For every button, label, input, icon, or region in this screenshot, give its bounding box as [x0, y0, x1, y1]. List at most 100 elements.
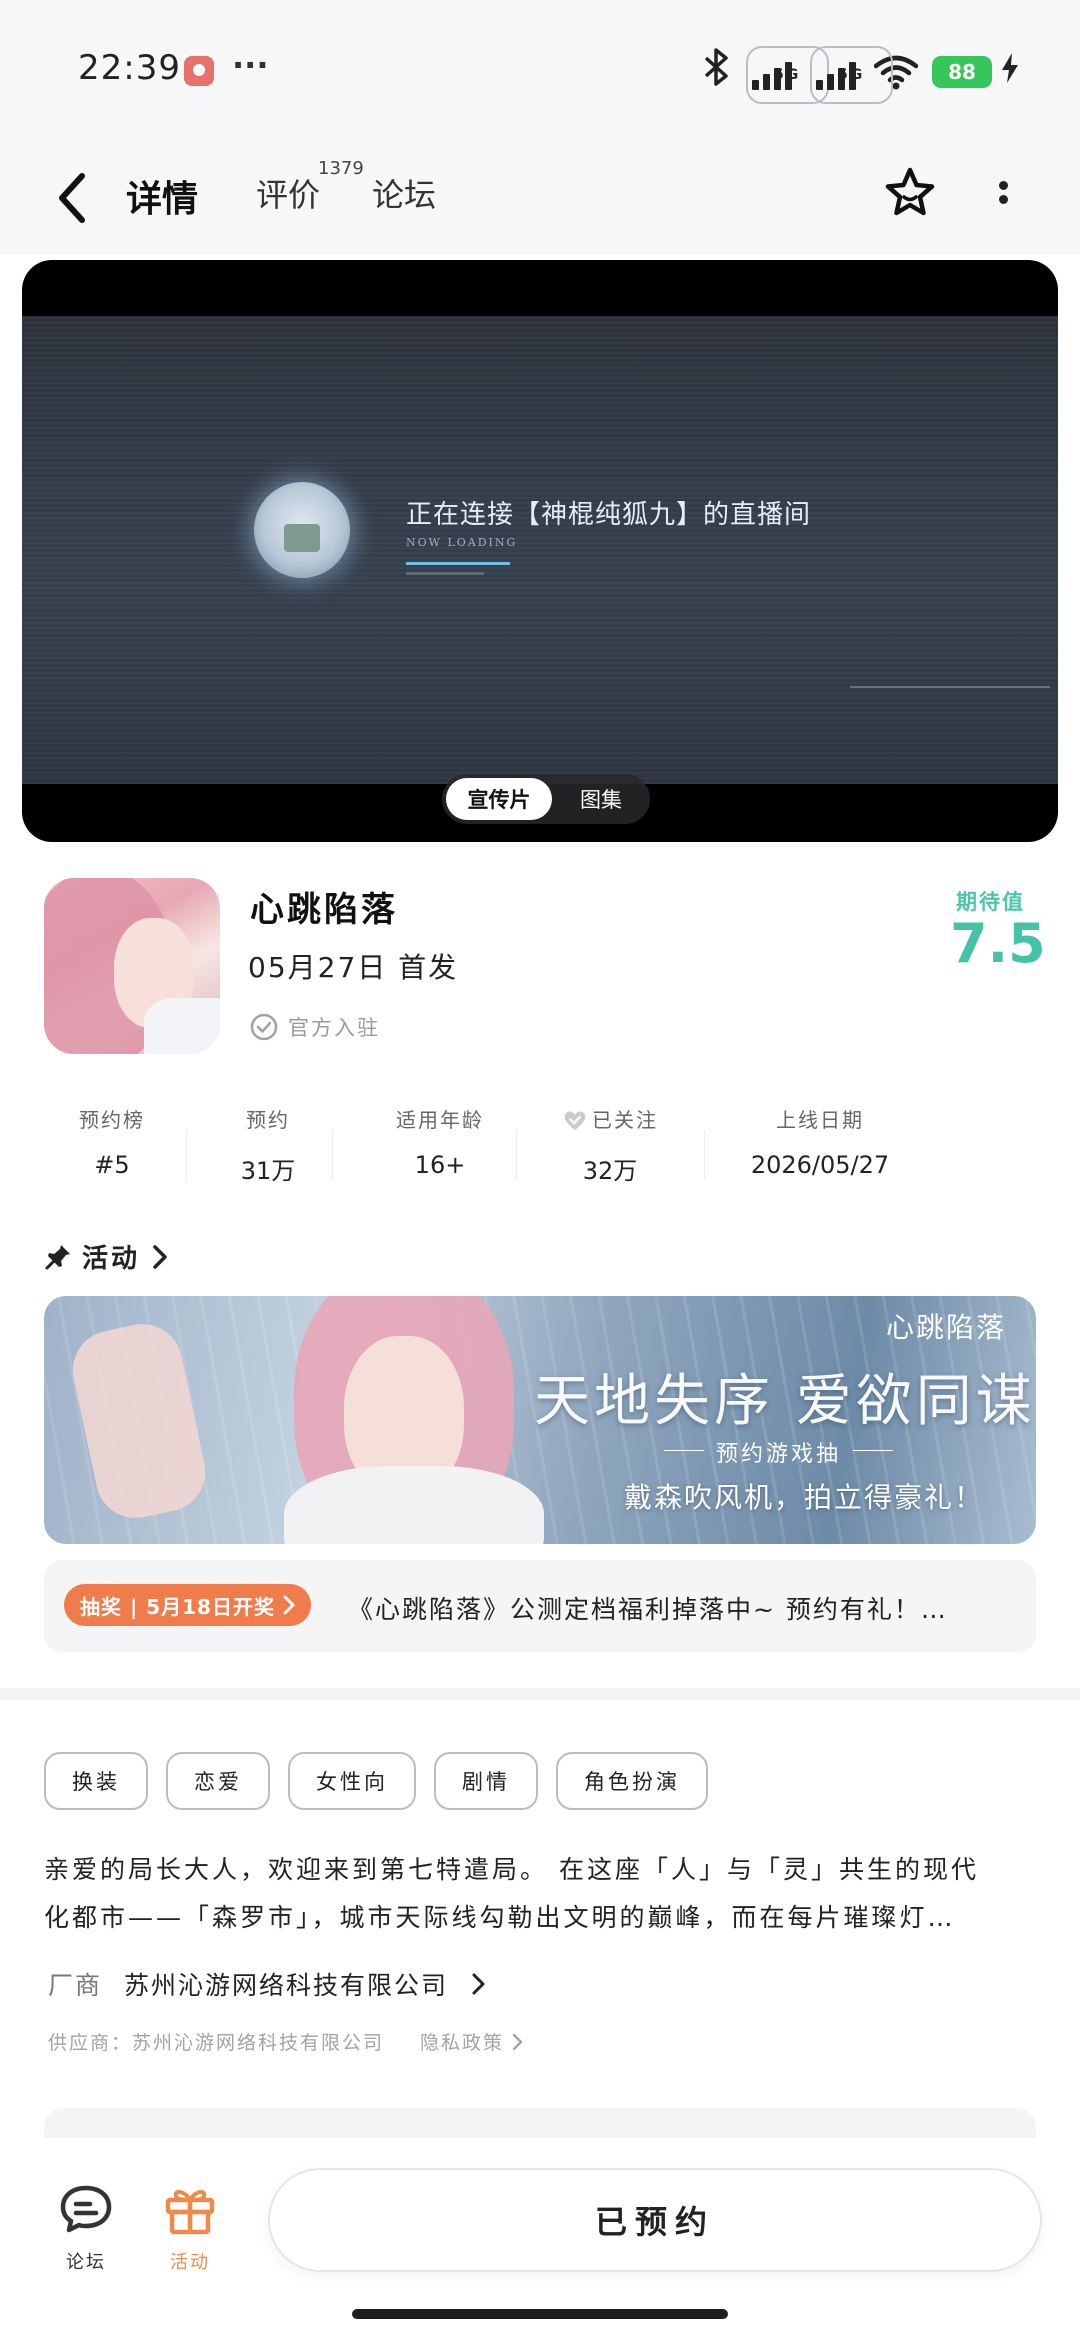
stat-rank-label: 预约榜 [79, 1108, 145, 1132]
bottom-forum-label: 论坛 [66, 2252, 106, 2273]
tab-detail-label: 详情 [126, 179, 199, 220]
status-time: 22:39 [78, 48, 181, 88]
stat-followers-value: 32万 [582, 1157, 638, 1185]
section-divider [0, 1688, 1080, 1700]
media-type-switch: 宣传片 图集 [442, 774, 650, 824]
tag-romance[interactable]: 恋爱 [166, 1752, 270, 1810]
lottery-badge-label: 抽奖 | 5月18日开奖 [80, 1594, 275, 1619]
game-app-icon [44, 878, 220, 1054]
chevron-right-icon [153, 1244, 167, 1269]
tag-otome[interactable]: 女性向 [288, 1752, 416, 1810]
stat-age-label: 适用年龄 [396, 1108, 484, 1132]
tab-review[interactable]: 评价 [256, 170, 320, 216]
top-nav: 详情 评价 1379 论坛 [0, 140, 1080, 255]
forum-chat-icon [60, 2185, 112, 2233]
favorite-star-icon[interactable] [880, 164, 940, 224]
stat-reservations-label: 预约 [246, 1108, 290, 1132]
loading-bar [406, 562, 510, 565]
scan-line [850, 686, 1050, 688]
stat-launch-value: 2026/05/27 [750, 1151, 890, 1179]
divider [186, 1130, 187, 1180]
switch-gallery[interactable]: 图集 [552, 784, 650, 814]
developer-row[interactable]: 厂商 苏州沁游网络科技有限公司 [48, 1966, 488, 2002]
divider [704, 1130, 705, 1180]
loading-bar-secondary [406, 572, 484, 575]
stat-launch-date: 上线日期 2026/05/27 [740, 1104, 900, 1179]
genre-tags: 换装 恋爱 女性向 剧情 角色扮演 [44, 1752, 708, 1810]
video-screen[interactable]: 正在连接【神棍纯狐九】的直播间 NOW LOADING [22, 316, 1058, 784]
tag-story[interactable]: 剧情 [434, 1752, 538, 1810]
bottom-activity-button[interactable]: 活动 [150, 2180, 230, 2274]
verified-label: 官方入驻 [288, 1016, 380, 1040]
developer-key: 厂商 [48, 1971, 103, 2000]
supplier-text: 供应商：苏州沁游网络科技有限公司 [48, 2032, 385, 2054]
gift-icon [165, 2189, 215, 2235]
chevron-right-icon [472, 1973, 485, 1995]
privacy-policy-link[interactable]: 隐私政策 [420, 2028, 524, 2055]
stat-followers[interactable]: 已关注 32万 [550, 1104, 670, 1186]
activity-header[interactable]: 活动 [44, 1238, 170, 1275]
streamer-avatar [254, 482, 350, 578]
signal-icon-2: 5G [810, 45, 894, 104]
expectation-score: 7.5 [950, 912, 1046, 975]
tab-detail[interactable]: 详情 [122, 170, 205, 222]
description-line-2: 化都市——「森罗市」，城市天际线勾勒出文明的巅峰，而在每片璀璨灯… [44, 1903, 956, 1932]
stat-age-rating: 适用年龄 16+ [370, 1104, 510, 1179]
heart-check-icon [564, 1111, 586, 1130]
review-count-badge: 1379 [318, 158, 364, 179]
game-description[interactable]: 亲爱的局长大人，欢迎来到第七特遣局。 在这座「人」与「灵」共生的现代 化都市——… [44, 1846, 1040, 1942]
signal-icon: 5G [746, 45, 830, 104]
official-verified: 官方入驻 [250, 1012, 380, 1042]
divider [332, 1130, 333, 1180]
home-indicator[interactable] [352, 2309, 728, 2319]
tag-dress-up[interactable]: 换装 [44, 1752, 148, 1810]
switch-promo-video[interactable]: 宣传片 [446, 778, 552, 820]
status-bar: 22:39 ··· 5G 5G 88 [0, 0, 1080, 140]
game-detail-page: 22:39 ··· 5G 5G 88 [0, 0, 1080, 2339]
more-menu-icon[interactable] [996, 176, 1010, 216]
developer-name: 苏州沁游网络科技有限公司 [124, 1971, 449, 2000]
supplier-row: 供应商：苏州沁游网络科技有限公司 隐私政策 [48, 2028, 524, 2055]
back-arrow-icon[interactable] [52, 168, 96, 228]
lottery-badge: 抽奖 | 5月18日开奖 [64, 1584, 311, 1626]
more-notifications-icon: ··· [232, 46, 269, 84]
stat-launch-label: 上线日期 [776, 1108, 864, 1132]
stat-reservations: 预约 31万 [218, 1104, 318, 1186]
media-player[interactable]: 正在连接【神棍纯狐九】的直播间 NOW LOADING 宣传片 图集 [22, 260, 1058, 842]
notification-app-icon [184, 56, 214, 86]
banner-game-logo: 心跳陷落 [885, 1311, 1006, 1344]
chevron-right-icon [283, 1595, 295, 1615]
stat-age-value: 16+ [414, 1151, 466, 1179]
tag-rpg[interactable]: 角色扮演 [556, 1752, 708, 1810]
divider [516, 1130, 517, 1180]
activity-heading: 活动 [82, 1244, 141, 1274]
stat-reservations-value: 31万 [240, 1157, 296, 1185]
tab-forum[interactable]: 论坛 [372, 170, 436, 216]
bluetooth-icon [702, 48, 732, 95]
live-connecting-text: 正在连接【神棍纯狐九】的直播间 [406, 500, 812, 530]
banner-subtitle: 预约游戏抽 [663, 1436, 894, 1468]
release-date: 05月27日 首发 [248, 951, 459, 984]
reserved-button[interactable]: 已预约 [268, 2168, 1042, 2272]
banner-prize-text: 戴森吹风机，拍立得豪礼！ [624, 1481, 985, 1514]
next-section-card [44, 2108, 1036, 2138]
lottery-card[interactable]: 抽奖 | 5月18日开奖 《心跳陷落》公测定档福利掉落中~ 预约有礼！… [44, 1560, 1036, 1652]
activity-banner[interactable]: 心跳陷落 天地失序 爱欲同谋 预约游戏抽 戴森吹风机，拍立得豪礼！ [44, 1296, 1036, 1544]
chevron-right-icon [512, 2033, 523, 2050]
stats-row: 预约榜 #5 预约 31万 适用年龄 16+ 已关注 32万 上线日期 2026… [40, 1104, 1040, 1186]
stat-rank-value: #5 [94, 1151, 130, 1179]
pin-icon [45, 1244, 70, 1269]
game-title: 心跳陷落 [250, 890, 398, 930]
bottom-forum-button[interactable]: 论坛 [46, 2180, 126, 2274]
check-circle-icon [250, 1013, 278, 1041]
now-loading-text: NOW LOADING [406, 536, 518, 549]
battery-indicator: 88 [932, 55, 992, 88]
banner-slogan: 天地失序 爱欲同谋 [534, 1369, 1036, 1434]
privacy-policy-label: 隐私政策 [420, 2032, 505, 2054]
charging-icon [1000, 52, 1020, 91]
stat-rank[interactable]: 预约榜 #5 [72, 1104, 152, 1179]
description-line-1: 亲爱的局长大人，欢迎来到第七特遣局。 在这座「人」与「灵」共生的现代 [44, 1855, 979, 1884]
stat-followers-label: 已关注 [592, 1108, 658, 1132]
bottom-activity-label: 活动 [170, 2252, 210, 2273]
status-icons: 5G 5G 88 [702, 45, 1020, 104]
